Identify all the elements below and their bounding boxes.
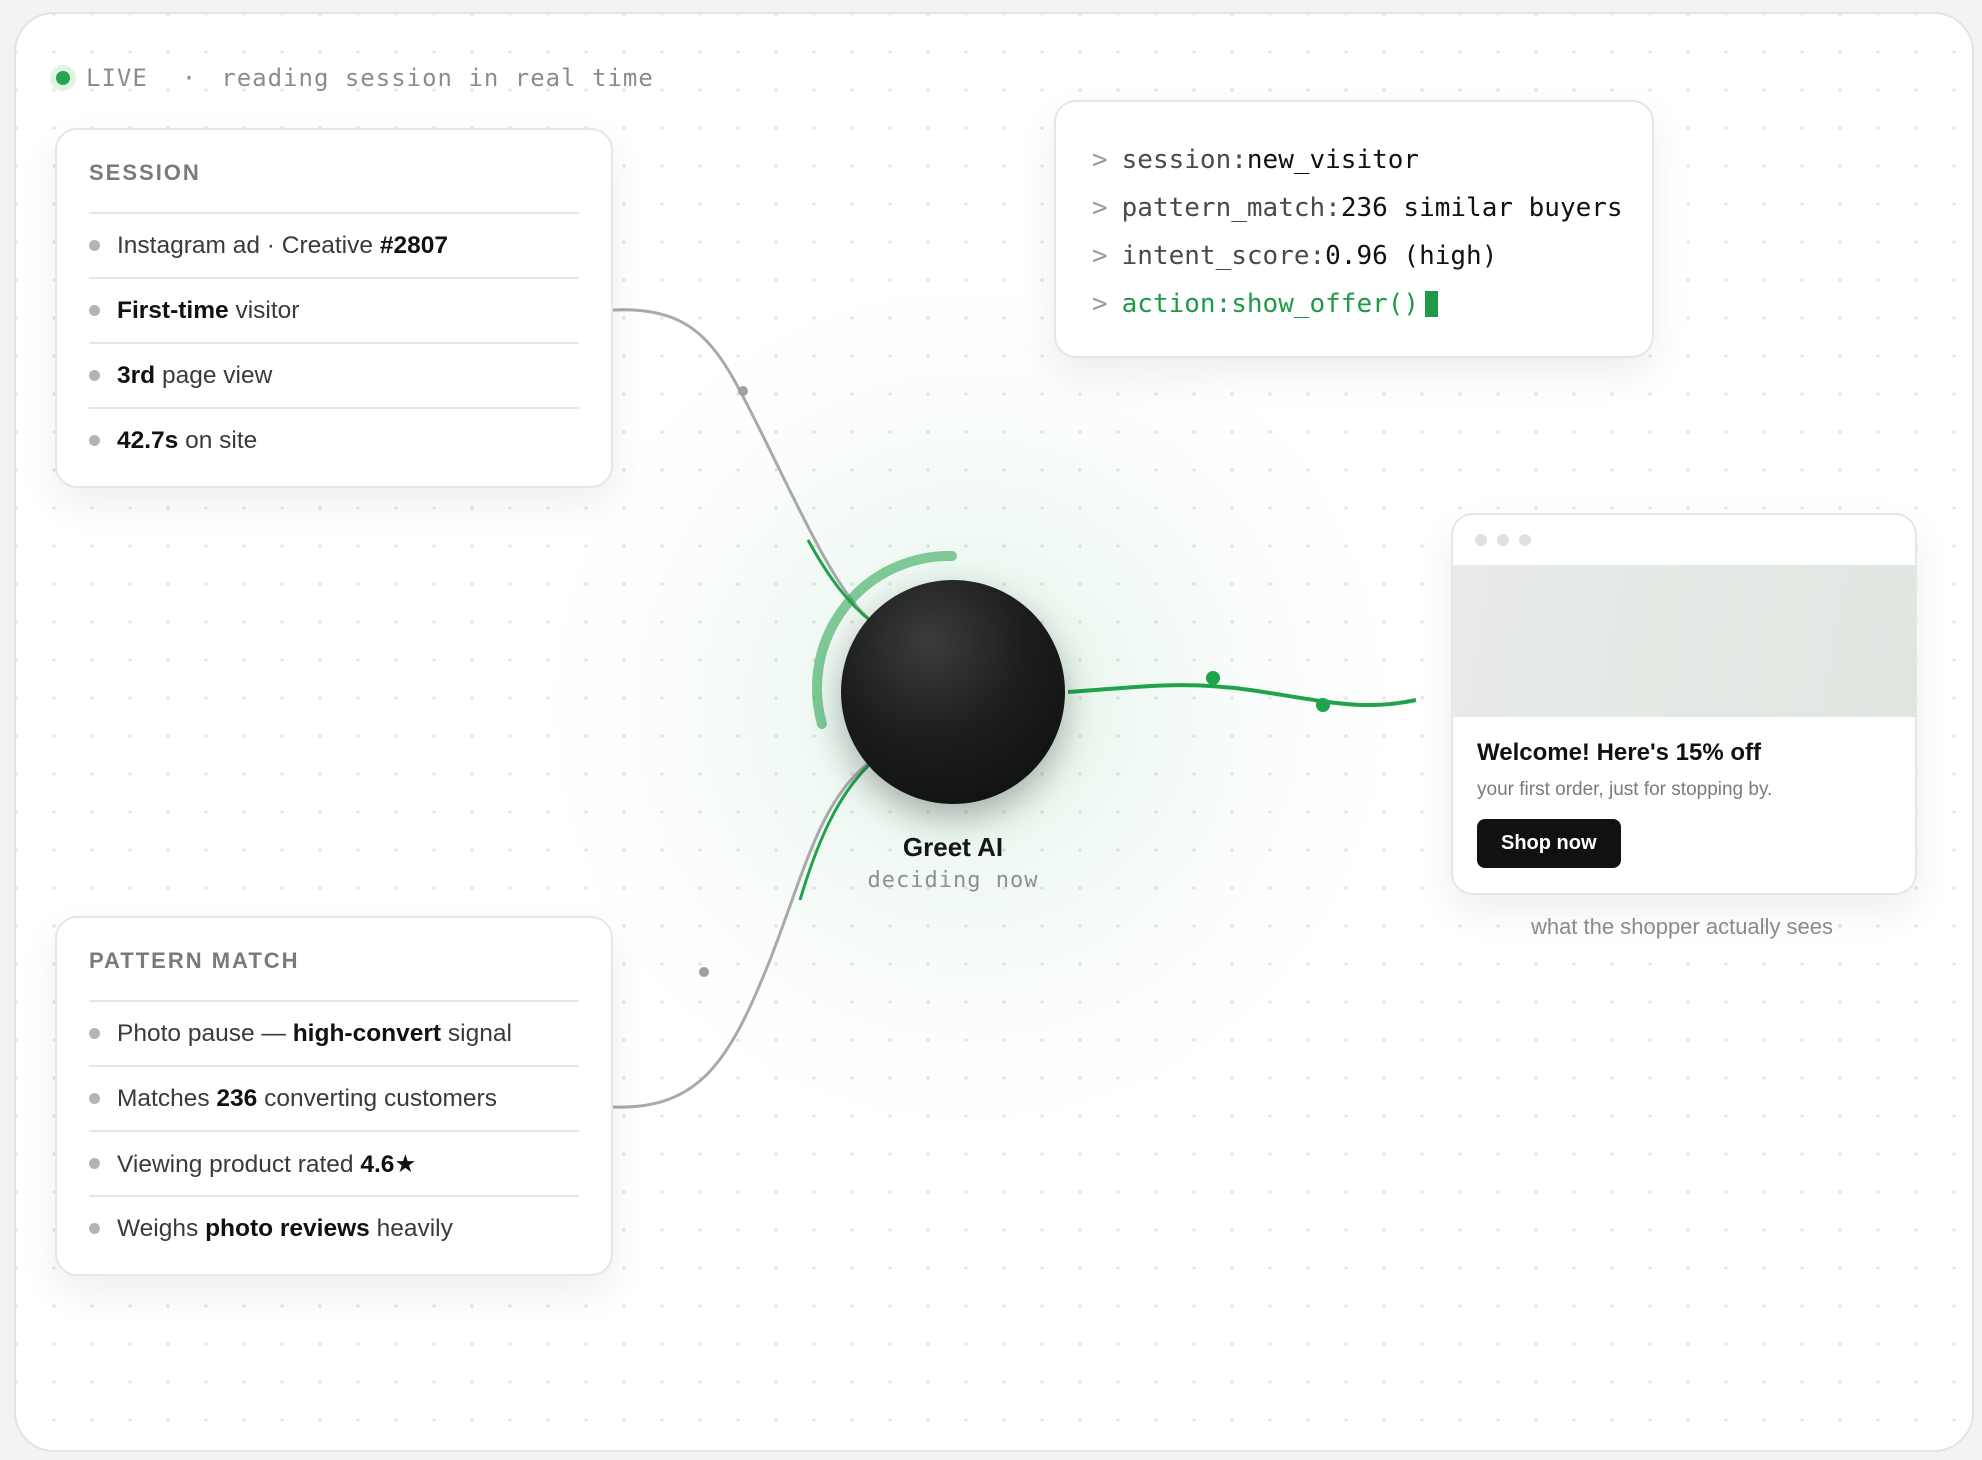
- session-row-pageviews: 3rd page view: [89, 344, 579, 409]
- offer-image-placeholder: [1453, 565, 1915, 717]
- prompt-icon: >: [1092, 241, 1108, 271]
- bullet-icon: [89, 240, 100, 251]
- terminal-line-pattern: > pattern_match: 236 similar buyers: [1092, 193, 1623, 223]
- session-row-source: Instagram ad · Creative #2807: [89, 214, 579, 279]
- preview-caption: what the shopper actually sees: [1530, 914, 1834, 939]
- live-label: LIVE: [86, 64, 148, 92]
- row-text: Weighs photo reviews heavily: [117, 1214, 453, 1242]
- bullet-icon: [89, 435, 100, 446]
- agent-orb: [841, 580, 1065, 804]
- row-text: 3rd page view: [117, 361, 273, 389]
- bullet-icon: [89, 1158, 100, 1169]
- bullet-icon: [89, 370, 100, 381]
- session-row-time: 42.7s on site: [89, 409, 579, 472]
- row-text: Photo pause — high-convert signal: [117, 1019, 512, 1047]
- bullet-icon: [89, 1093, 100, 1104]
- offer-body: Welcome! Here's 15% off your first order…: [1453, 717, 1915, 868]
- decision-terminal: > session: new_visitor > pattern_match: 23…: [1054, 100, 1654, 358]
- terminal-line-session: > session: new_visitor: [1092, 145, 1420, 175]
- terminal-line-intent: > intent_score: 0.96 (high): [1092, 241, 1498, 271]
- live-indicator-icon: [56, 71, 70, 85]
- shop-now-button[interactable]: Shop now: [1477, 819, 1621, 868]
- pattern-match-panel: PATTERN MATCH Photo pause — high-convert…: [55, 916, 613, 1276]
- row-text: Instagram ad · Creative #2807: [117, 231, 448, 259]
- window-dot-icon: [1519, 534, 1531, 546]
- bullet-icon: [89, 1028, 100, 1039]
- agent-name: Greet AI: [902, 832, 1004, 862]
- window-dot-icon: [1475, 534, 1487, 546]
- session-panel: SESSION Instagram ad · Creative #2807 Fi…: [55, 128, 613, 488]
- row-text: First-time visitor: [117, 296, 300, 324]
- live-status: LIVE · reading session in real time: [56, 58, 654, 98]
- pattern-row-signal: Photo pause — high-convert signal: [89, 1002, 579, 1067]
- status-separator: ·: [181, 64, 198, 92]
- prompt-icon: >: [1092, 289, 1108, 319]
- pattern-row-matches: Matches 236 converting customers: [89, 1067, 579, 1132]
- bullet-icon: [89, 1223, 100, 1234]
- pattern-row-reviews: Weighs photo reviews heavily: [89, 1197, 579, 1260]
- offer-subtitle: your first order, just for stopping by.: [1477, 779, 1773, 800]
- prompt-icon: >: [1092, 145, 1108, 175]
- session-row-visitor: First-time visitor: [89, 279, 579, 344]
- row-text: Matches 236 converting customers: [117, 1084, 497, 1112]
- window-chrome: [1453, 515, 1915, 565]
- session-panel-title: SESSION: [89, 160, 579, 214]
- row-text: 42.7s on site: [117, 426, 258, 454]
- window-dot-icon: [1497, 534, 1509, 546]
- pattern-panel-title: PATTERN MATCH: [89, 948, 579, 1002]
- agent-status: deciding now: [867, 868, 1039, 893]
- bullet-icon: [89, 305, 100, 316]
- prompt-icon: >: [1092, 193, 1108, 223]
- terminal-line-action: > action: show_offer(): [1092, 280, 1652, 328]
- row-text: Viewing product rated 4.6★: [117, 1150, 417, 1178]
- pattern-row-rating: Viewing product rated 4.6★: [89, 1132, 579, 1197]
- offer-preview-window: Welcome! Here's 15% off your first order…: [1451, 513, 1917, 895]
- terminal-cursor-icon: [1425, 291, 1439, 317]
- offer-title: Welcome! Here's 15% off: [1477, 739, 1762, 766]
- live-message: reading session in real time: [221, 64, 654, 92]
